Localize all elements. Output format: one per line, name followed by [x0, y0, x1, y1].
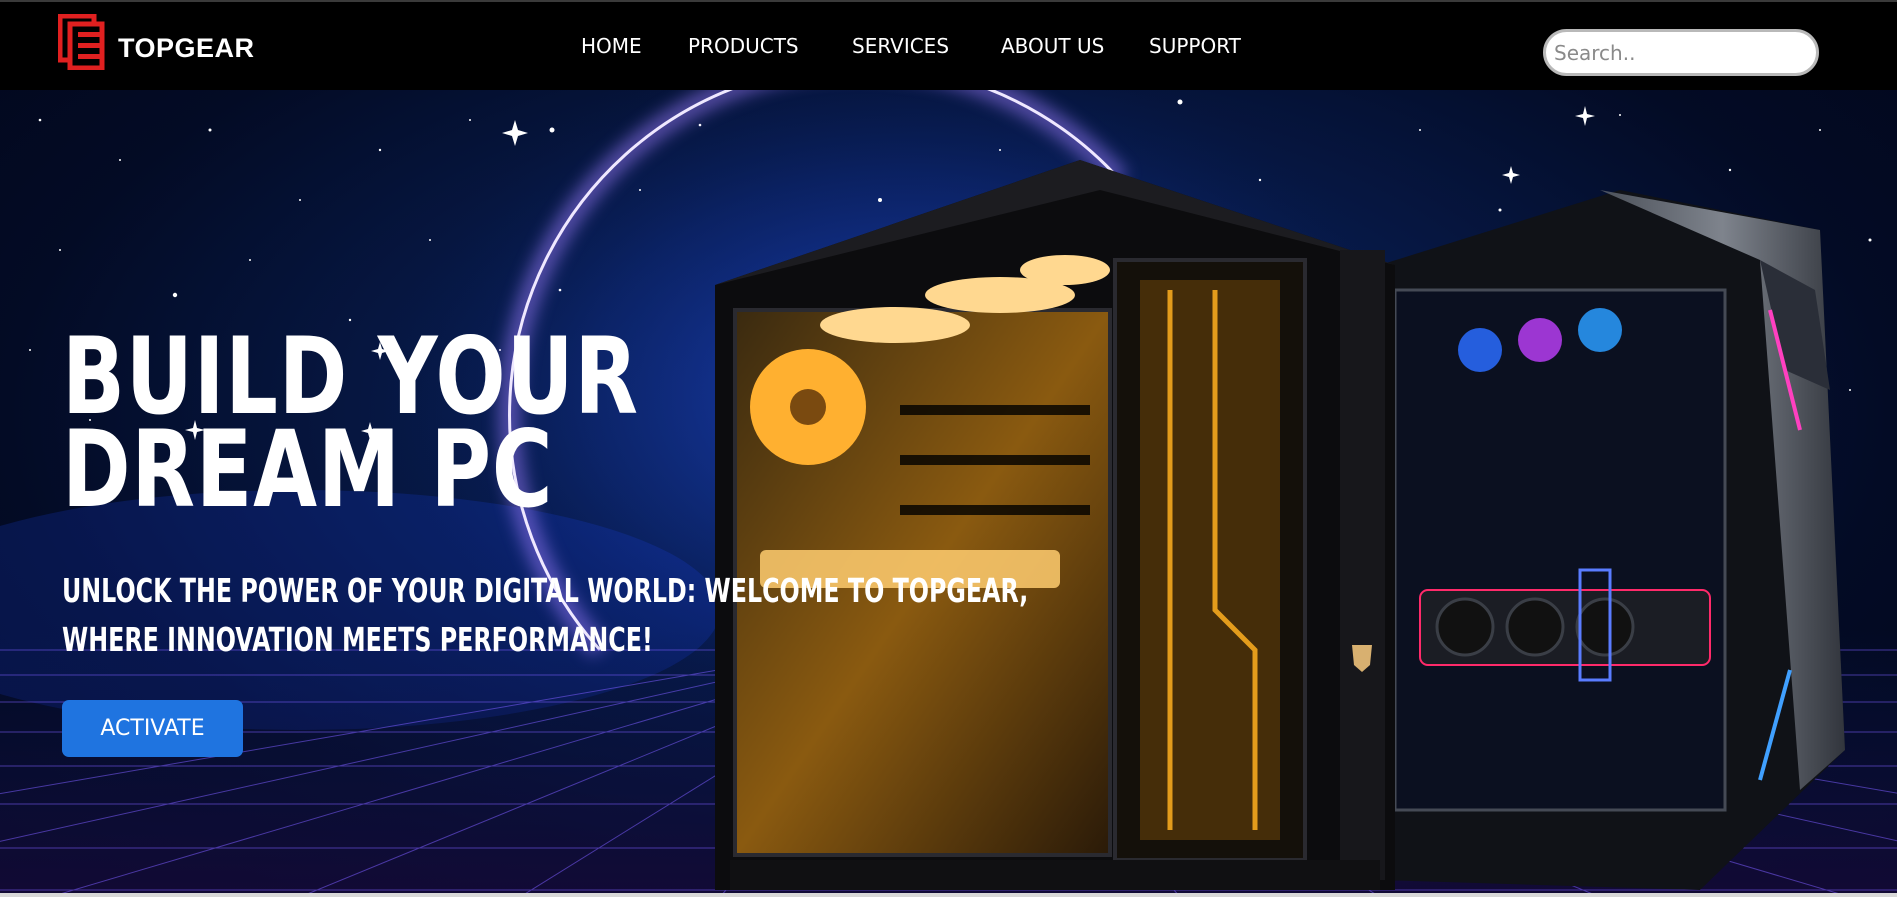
hero-subtitle: UNLOCK THE POWER OF YOUR DIGITAL WORLD: …	[62, 566, 1028, 664]
topgear-logo-icon	[58, 14, 105, 70]
hero-title-line-2: DREAM PC	[62, 408, 554, 531]
pc-case-black-icon	[715, 160, 1395, 890]
hero-subtitle-line-1: UNLOCK THE POWER OF YOUR DIGITAL WORLD: …	[62, 571, 1029, 610]
page-bottom-border	[0, 893, 1897, 897]
brand-logo[interactable]: TOPGEAR	[58, 14, 255, 70]
nav-support[interactable]: SUPPORT	[1149, 34, 1241, 58]
nav-home[interactable]: HOME	[581, 34, 642, 58]
nav-services[interactable]: SERVICES	[852, 34, 949, 58]
hero-title: BUILD YOUR DREAM PC	[62, 324, 639, 523]
nav-products[interactable]: PRODUCTS	[688, 34, 799, 58]
hero-subtitle-line-2: WHERE INNOVATION MEETS PERFORMANCE!	[62, 620, 653, 659]
brand-name: TOPGEAR	[118, 32, 255, 63]
activate-button[interactable]: ACTIVATE	[62, 700, 243, 757]
top-navbar: TOPGEAR HOME PRODUCTS SERVICES ABOUT US …	[0, 0, 1897, 90]
search-input[interactable]	[1543, 29, 1819, 76]
hero-section: BUILD YOUR DREAM PC UNLOCK THE POWER OF …	[0, 90, 1897, 897]
nav-about-us[interactable]: ABOUT US	[1001, 34, 1104, 58]
pc-case-silver-icon	[1380, 190, 1845, 890]
